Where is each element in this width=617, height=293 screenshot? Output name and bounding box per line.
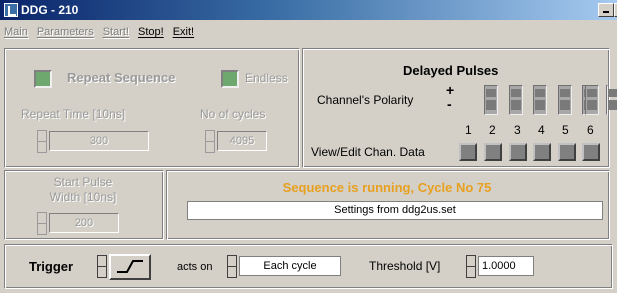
start-pulse-label-line2: Width [10ns] <box>49 190 117 204</box>
threshold-field[interactable]: 1.0000 <box>478 256 534 276</box>
repeat-time-field[interactable]: 300 <box>49 131 149 151</box>
repeat-sequence-led[interactable] <box>34 70 52 88</box>
repeat-time-spinner[interactable] <box>37 129 47 153</box>
acts-on-label: acts on <box>177 261 213 273</box>
channel-number: 6 <box>587 123 594 137</box>
channel-number: 3 <box>514 123 521 137</box>
view-edit-channel-1-button[interactable] <box>459 143 477 161</box>
polarity-label: Channel's Polarity <box>317 93 414 107</box>
threshold-label: Threshold [V] <box>369 259 441 273</box>
trigger-edge-button[interactable] <box>109 254 151 280</box>
start-pulse-spinner[interactable] <box>37 211 47 235</box>
repeat-time-label: Repeat Time [10ns] <box>21 107 126 121</box>
view-edit-channel-6-button[interactable] <box>582 143 600 161</box>
endless-label: Endless <box>245 71 288 85</box>
menu-main[interactable]: Main <box>4 26 28 38</box>
delayed-pulses-panel: Delayed Pulses Channel's Polarity + - 1 … <box>302 48 617 168</box>
menu-bar: Main Parameters Start! Stop! Exit! <box>0 20 617 44</box>
polarity-switch-3[interactable] <box>533 85 547 115</box>
channel-number: 4 <box>538 123 545 137</box>
delayed-pulses-title: Delayed Pulses <box>403 63 499 78</box>
view-edit-label: View/Edit Chan. Data <box>311 145 425 159</box>
view-edit-channel-5-button[interactable] <box>558 143 576 161</box>
endless-led[interactable] <box>221 70 239 88</box>
menu-parameters[interactable]: Parameters <box>37 26 94 38</box>
repeat-panel: Repeat Sequence Endless Repeat Time [10n… <box>4 48 300 168</box>
start-pulse-label-line1: Start Pulse <box>53 175 113 189</box>
menu-start[interactable]: Start! <box>103 26 129 38</box>
cycles-spinner[interactable] <box>205 129 215 153</box>
trigger-edge-spinner[interactable] <box>97 254 107 278</box>
acts-on-spinner[interactable] <box>227 254 237 278</box>
menu-stop[interactable]: Stop! <box>138 26 164 38</box>
view-edit-channel-3-button[interactable] <box>509 143 527 161</box>
channel-number: 2 <box>489 123 496 137</box>
polarity-switch-4[interactable] <box>558 85 572 115</box>
polarity-switch-6[interactable] <box>585 85 599 115</box>
trigger-bar: Trigger acts on Each cycle Threshold [V]… <box>4 244 613 289</box>
threshold-spinner[interactable] <box>466 254 476 278</box>
main-content: Repeat Sequence Endless Repeat Time [10n… <box>0 44 617 293</box>
app-icon <box>4 3 18 17</box>
start-pulse-field[interactable]: 200 <box>49 213 119 233</box>
repeat-sequence-label: Repeat Sequence <box>67 70 176 85</box>
start-pulse-panel: Start Pulse Width [10ns] 200 <box>4 170 164 240</box>
menu-exit[interactable]: Exit! <box>173 26 194 38</box>
polarity-switch-1[interactable] <box>484 85 498 115</box>
cycles-label: No of cycles <box>200 107 266 121</box>
settings-file-field: Settings from ddg2us.set <box>187 201 603 220</box>
polarity-switch-2[interactable] <box>509 85 523 115</box>
title-bar: DDG - 210 <box>0 0 617 20</box>
window-title: DDG - 210 <box>21 3 79 17</box>
acts-on-field[interactable]: Each cycle <box>239 256 341 276</box>
channel-number: 5 <box>562 123 569 137</box>
rising-edge-icon <box>117 260 143 273</box>
channel-number: 1 <box>465 123 472 137</box>
cycles-field[interactable]: 4095 <box>217 131 267 151</box>
view-edit-channel-4-button[interactable] <box>533 143 551 161</box>
minimize-button[interactable] <box>598 3 614 17</box>
trigger-label: Trigger <box>29 259 74 274</box>
sequence-status-text: Sequence is running, Cycle No 75 <box>282 180 492 195</box>
view-edit-channel-2-button[interactable] <box>484 143 502 161</box>
polarity-minus: - <box>447 96 452 112</box>
status-panel: Sequence is running, Cycle No 75 Setting… <box>166 170 610 240</box>
